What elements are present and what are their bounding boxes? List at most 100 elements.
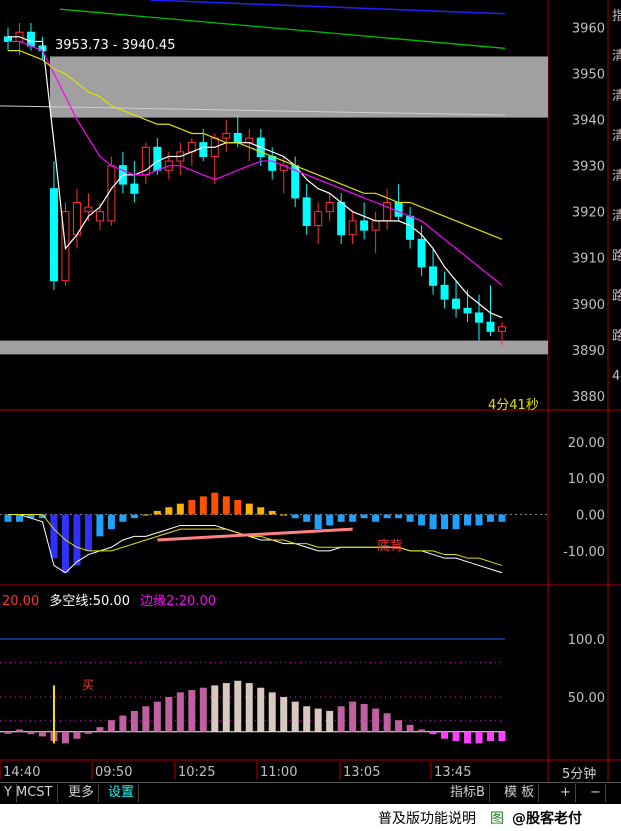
add-button[interactable]: + xyxy=(556,784,576,802)
support-band xyxy=(0,340,548,355)
candle-4 xyxy=(49,188,58,282)
right-clip-char-7: 路 xyxy=(612,288,621,304)
macd-bar-39 xyxy=(452,514,460,530)
time-tick-0: 14:40 xyxy=(3,765,40,780)
candle-20 xyxy=(233,132,242,144)
macd-bar-20 xyxy=(234,500,242,515)
price-tick-7: 3890 xyxy=(572,344,605,359)
macd-bar-43 xyxy=(498,514,506,522)
right-clip-char-0: 指 xyxy=(612,9,621,24)
ind-bar-38 xyxy=(441,731,449,739)
macd-bar-10 xyxy=(119,514,127,522)
macd-dif-line xyxy=(8,514,503,574)
ind-bar-37 xyxy=(429,731,437,735)
ind-bar-18 xyxy=(211,685,219,732)
price-panel xyxy=(0,0,548,397)
macd-bar-30 xyxy=(349,514,357,522)
feature-description-link[interactable]: 普及版功能说明 xyxy=(378,808,476,828)
ind-bar-39 xyxy=(452,731,460,742)
candle-34 xyxy=(394,202,403,217)
chart-button[interactable]: 图 xyxy=(490,808,504,828)
ind-bar-25 xyxy=(291,701,299,732)
blue-ma-line xyxy=(149,0,506,15)
ind-bar-42 xyxy=(487,731,495,742)
ind-bar-26 xyxy=(303,706,311,732)
ind-bar-23 xyxy=(268,692,276,732)
candle-39 xyxy=(452,298,461,309)
macd-dea-line xyxy=(8,514,503,566)
candle-2 xyxy=(26,31,35,47)
macd-bar-8 xyxy=(96,514,104,537)
ind-bar-34 xyxy=(395,720,403,732)
period-label[interactable]: 5分钟 xyxy=(562,763,596,782)
ind-bar-24 xyxy=(280,697,288,732)
macd-bar-6 xyxy=(73,514,81,566)
macd-bar-7 xyxy=(84,514,92,551)
ind-bar-8 xyxy=(96,727,104,732)
countdown-timer: 4分41秒 xyxy=(488,398,539,413)
candle-37 xyxy=(429,266,438,286)
macd-annotation: 底背 xyxy=(377,539,404,554)
ind-bar-9 xyxy=(107,720,115,732)
macd-bar-22 xyxy=(257,507,265,515)
time-tick-2: 10:25 xyxy=(178,765,215,780)
ind-bar-22 xyxy=(257,687,265,732)
ind-bar-35 xyxy=(406,724,414,732)
candle-41 xyxy=(475,312,484,323)
macd-bar-35 xyxy=(406,514,414,522)
tab-more[interactable]: 更多 xyxy=(64,784,100,802)
candle-29 xyxy=(337,202,346,236)
candle-28 xyxy=(325,202,334,213)
macd-bar-13 xyxy=(153,510,161,515)
ind-bar-40 xyxy=(464,731,472,744)
price-tick-5: 3910 xyxy=(572,252,605,267)
ind-bar-5 xyxy=(61,731,69,744)
candle-42 xyxy=(486,321,495,332)
indicator-panel xyxy=(0,638,506,744)
ind-tick-0: 100.0 xyxy=(568,633,605,648)
price-tick-2: 3940 xyxy=(572,114,605,129)
template-button[interactable]: 模 板 xyxy=(500,784,540,802)
range-label: 3953.73 - 3940.45 xyxy=(55,38,176,53)
tab-settings[interactable]: 设置 xyxy=(104,784,140,802)
right-clip-char-1: 清 xyxy=(612,49,621,64)
legend-mid-value: 50.00 xyxy=(92,594,130,609)
macd-bar-36 xyxy=(418,514,426,526)
macd-bar-19 xyxy=(222,496,230,515)
macd-bar-9 xyxy=(107,514,115,530)
ind-bar-15 xyxy=(176,692,184,732)
macd-tick-1: 10.00 xyxy=(568,472,605,487)
price-tick-3: 3930 xyxy=(572,160,605,175)
candle-23 xyxy=(268,155,277,171)
macd-bar-0 xyxy=(4,514,12,522)
ind-bar-7 xyxy=(84,731,92,734)
macd-bar-28 xyxy=(326,514,334,526)
right-clip-char-8: 路 xyxy=(612,328,621,344)
tab-mcst[interactable]: MCST xyxy=(12,784,58,802)
candle-0 xyxy=(4,36,12,42)
indicator-legend: 20.00 多空线:50.00 边缘2:20.00 xyxy=(2,590,216,609)
macd-bar-16 xyxy=(188,500,196,515)
candle-17 xyxy=(199,142,208,157)
candle-13 xyxy=(153,146,162,171)
price-tick-4: 3920 xyxy=(572,206,605,221)
macd-tick-3: -10.00 xyxy=(563,545,605,560)
indicator-b-button[interactable]: 指标B xyxy=(446,784,490,802)
macd-bar-11 xyxy=(130,514,138,519)
ind-bar-14 xyxy=(165,697,173,732)
macd-bar-5 xyxy=(61,514,69,573)
remove-button[interactable]: − xyxy=(586,784,606,802)
macd-bar-41 xyxy=(475,514,483,526)
macd-bar-12 xyxy=(142,514,150,516)
ind-bar-41 xyxy=(475,731,483,744)
macd-bar-23 xyxy=(268,510,276,515)
price-tick-0: 3960 xyxy=(572,22,605,37)
candle-26 xyxy=(302,197,311,227)
macd-bar-4 xyxy=(50,514,58,559)
ind-bar-11 xyxy=(130,710,138,732)
legend-edge-value: 20.00 xyxy=(178,594,216,609)
ind-bar-32 xyxy=(372,708,380,732)
ind-bar-33 xyxy=(383,713,391,732)
ind-bar-6 xyxy=(73,731,81,739)
macd-bar-21 xyxy=(245,503,253,515)
